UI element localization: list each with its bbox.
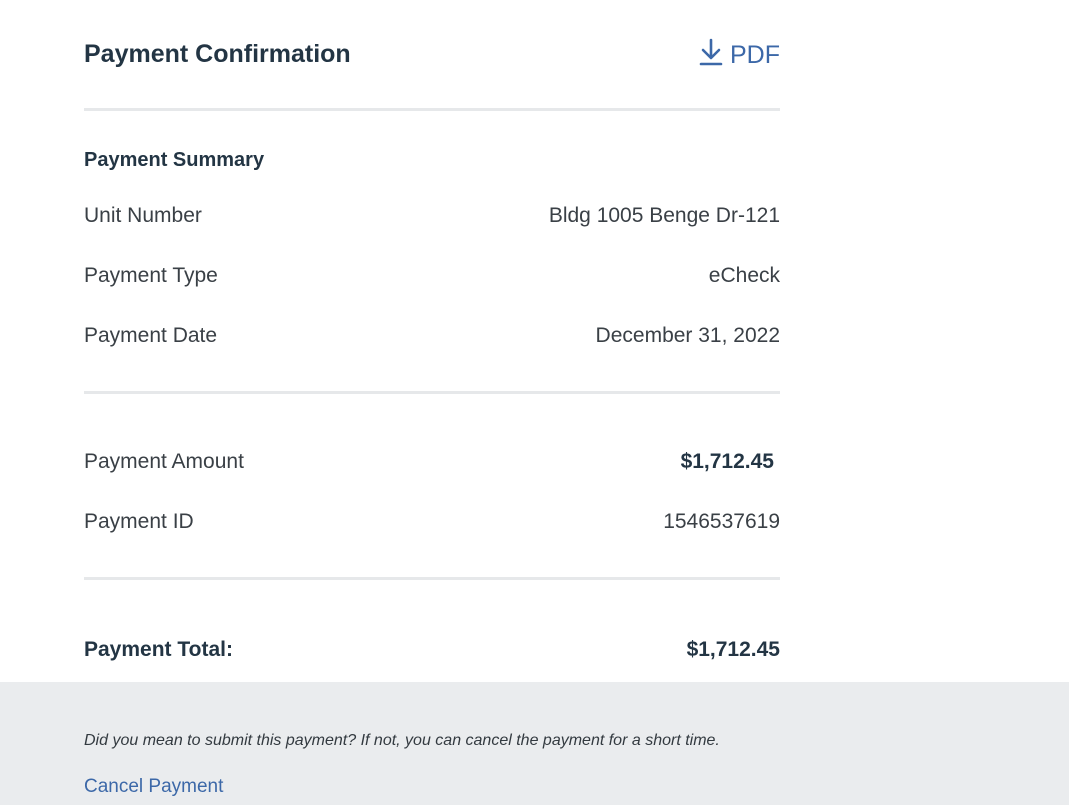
- confirmation-header: Payment Confirmation PDF: [84, 0, 780, 111]
- payment-type-label: Payment Type: [84, 264, 218, 287]
- unit-number-value: Bldg 1005 Benge Dr-121: [548, 204, 780, 227]
- payment-amount-label: Payment Amount: [84, 450, 244, 473]
- payment-amount-list: Payment Amount $1,712.45 Payment ID 1546…: [84, 432, 780, 552]
- payment-type-value: eCheck: [708, 264, 780, 287]
- download-icon: [698, 38, 724, 67]
- payment-summary-list: Unit Number Bldg 1005 Benge Dr-121 Payme…: [84, 186, 780, 366]
- unit-number-label: Unit Number: [84, 204, 202, 227]
- amount-row-payment-id: Payment ID 1546537619: [84, 492, 780, 552]
- cancel-payment-footer: Did you mean to submit this payment? If …: [0, 682, 1069, 805]
- cancel-payment-link[interactable]: Cancel Payment: [84, 776, 223, 798]
- page-title: Payment Confirmation: [84, 39, 351, 68]
- payment-amount-value: $1,712.45: [680, 450, 774, 473]
- payment-total-value: $1,712.45: [686, 638, 780, 661]
- payment-id-value: 1546537619: [663, 510, 780, 533]
- payment-id-label: Payment ID: [84, 510, 194, 533]
- summary-divider: [84, 391, 780, 394]
- pdf-label: PDF: [730, 40, 780, 69]
- payment-date-label: Payment Date: [84, 324, 218, 347]
- confirmation-card: Payment Confirmation PDF Payment Summary…: [84, 0, 780, 682]
- cancel-notice-text: Did you mean to submit this payment? If …: [84, 732, 720, 749]
- summary-row-unit-number: Unit Number Bldg 1005 Benge Dr-121: [84, 186, 780, 246]
- pdf-download-link[interactable]: PDF: [698, 38, 780, 70]
- payment-total-label: Payment Total:: [84, 638, 233, 661]
- payment-summary-heading: Payment Summary: [84, 149, 265, 171]
- summary-row-payment-date: Payment Date December 31, 2022: [84, 306, 780, 366]
- payment-total-row: Payment Total: $1,712.45: [84, 618, 780, 682]
- payment-confirmation-page: Payment Confirmation PDF Payment Summary…: [0, 0, 1069, 805]
- summary-row-payment-type: Payment Type eCheck: [84, 246, 780, 306]
- amount-row-payment-amount: Payment Amount $1,712.45: [84, 432, 780, 492]
- payment-date-value: December 31, 2022: [595, 324, 780, 347]
- amount-divider: [84, 577, 780, 580]
